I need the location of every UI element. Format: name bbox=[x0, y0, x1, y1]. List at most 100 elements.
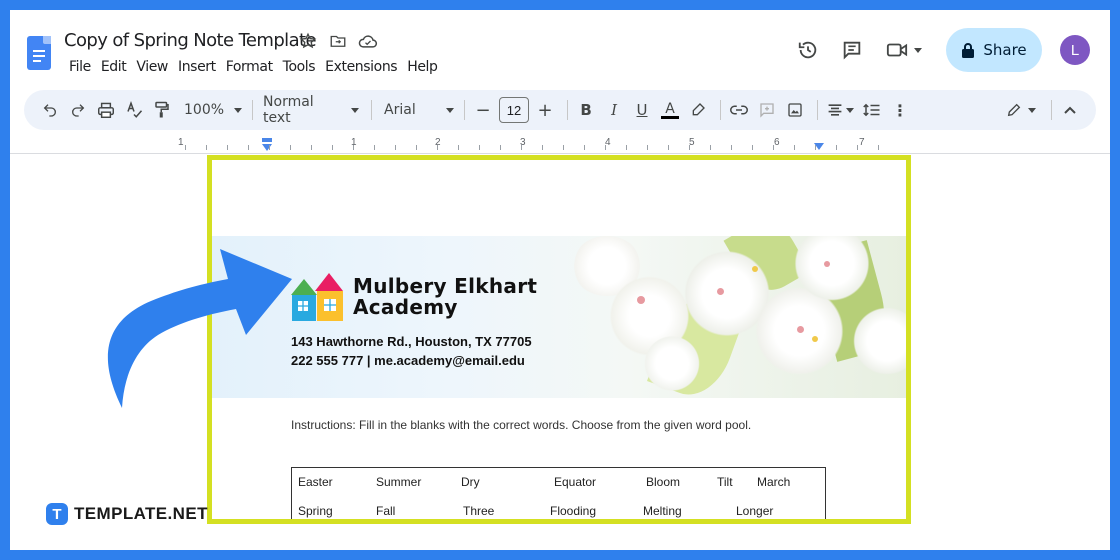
cloud-saved-icon[interactable] bbox=[358, 31, 378, 51]
word-pool-cell: Fall bbox=[376, 504, 396, 518]
chevron-down-icon bbox=[446, 107, 455, 113]
font-size-input[interactable]: 12 bbox=[499, 97, 530, 123]
spellcheck-icon[interactable] bbox=[122, 98, 146, 122]
school-address: 143 Hawthorne Rd., Houston, TX 77705 bbox=[291, 334, 532, 349]
ruler-tick bbox=[815, 145, 816, 150]
ruler-tick bbox=[542, 145, 543, 150]
toolbar: 100% Normal text Arial − 12 + B I U A ⋮ bbox=[24, 90, 1096, 130]
meet-icon[interactable] bbox=[884, 38, 924, 62]
ruler-tick bbox=[479, 145, 480, 150]
ruler-tick bbox=[395, 145, 396, 150]
word-pool-cell: Flooding bbox=[550, 504, 597, 518]
ruler-tick bbox=[206, 145, 207, 150]
ruler-tick bbox=[248, 145, 249, 150]
highlight-icon[interactable] bbox=[686, 98, 710, 122]
increase-font-size-icon[interactable]: + bbox=[533, 98, 557, 122]
school-name-line2: Academy bbox=[353, 295, 458, 319]
ruler-tick bbox=[269, 145, 270, 150]
ruler-tick bbox=[731, 145, 732, 150]
ruler-tick bbox=[521, 145, 522, 150]
ruler-tick bbox=[353, 145, 354, 150]
menu-help[interactable]: Help bbox=[402, 59, 442, 75]
word-pool-cell: March bbox=[757, 475, 791, 489]
header-banner: Mulbery Elkhart Academy 143 Hawthorne Rd… bbox=[212, 236, 906, 398]
text-color-icon[interactable]: A bbox=[658, 98, 682, 122]
ruler[interactable]: 1 1 2 3 4 5 6 7 bbox=[10, 134, 1110, 154]
bold-icon[interactable]: B bbox=[574, 98, 598, 122]
word-pool-table: Easter Summer Dry Equator Bloom Tilt Mar… bbox=[291, 467, 826, 519]
docs-logo-icon[interactable] bbox=[27, 36, 51, 70]
chevron-down-icon bbox=[234, 107, 243, 113]
comments-icon[interactable] bbox=[840, 38, 864, 62]
share-button[interactable]: Share bbox=[946, 28, 1042, 72]
ruler-tick bbox=[563, 145, 564, 150]
ruler-tick bbox=[290, 145, 291, 150]
add-comment-icon[interactable] bbox=[755, 98, 779, 122]
school-contact: 143 Hawthorne Rd., Houston, TX 77705 222… bbox=[291, 332, 532, 370]
link-icon[interactable] bbox=[727, 98, 751, 122]
ruler-tick bbox=[626, 145, 627, 150]
instructions-text: Instructions: Fill in the blanks with th… bbox=[291, 418, 752, 432]
menu-edit[interactable]: Edit bbox=[96, 59, 132, 75]
ruler-tick bbox=[437, 145, 438, 150]
menu-file[interactable]: File bbox=[64, 59, 96, 75]
version-history-icon[interactable] bbox=[796, 38, 820, 62]
ruler-tick bbox=[332, 145, 333, 150]
underline-icon[interactable]: U bbox=[630, 98, 654, 122]
menu-view[interactable]: View bbox=[131, 59, 173, 75]
more-options-icon[interactable]: ⋮ bbox=[888, 98, 912, 122]
decrease-font-size-icon[interactable]: − bbox=[471, 98, 495, 122]
editing-mode-icon[interactable] bbox=[1001, 98, 1041, 122]
word-pool-cell: Dry bbox=[461, 475, 480, 489]
word-pool-cell: Longer bbox=[736, 504, 774, 518]
word-pool-cell: Three bbox=[463, 504, 495, 518]
style-select[interactable]: Normal text bbox=[263, 94, 360, 126]
lock-icon bbox=[962, 43, 975, 58]
undo-icon[interactable] bbox=[38, 98, 62, 122]
ruler-tick bbox=[227, 145, 228, 150]
word-pool-cell: Melting bbox=[643, 504, 682, 518]
ruler-tick bbox=[836, 145, 837, 150]
ruler-tick bbox=[668, 145, 669, 150]
word-pool-cell: Spring bbox=[298, 504, 333, 518]
font-select[interactable]: Arial bbox=[384, 102, 455, 118]
insert-image-icon[interactable] bbox=[783, 98, 807, 122]
word-pool-cell: Tilt bbox=[717, 475, 733, 489]
collapse-toolbar-icon[interactable] bbox=[1058, 98, 1082, 122]
menu-insert[interactable]: Insert bbox=[173, 59, 221, 75]
ruler-number: 1 bbox=[178, 137, 184, 148]
word-pool-cell: Bloom bbox=[646, 475, 681, 489]
ruler-tick bbox=[584, 145, 585, 150]
avatar[interactable]: L bbox=[1060, 35, 1090, 65]
style-value: Normal text bbox=[263, 94, 314, 126]
left-indent-marker-icon[interactable] bbox=[261, 138, 273, 152]
menu-tools[interactable]: Tools bbox=[278, 59, 321, 75]
ruler-tick bbox=[857, 145, 858, 150]
menu-extensions[interactable]: Extensions bbox=[320, 59, 402, 75]
zoom-value: 100% bbox=[184, 102, 225, 118]
document-title[interactable]: Copy of Spring Note Template bbox=[64, 30, 317, 51]
document-page[interactable]: Mulbery Elkhart Academy 143 Hawthorne Rd… bbox=[207, 155, 911, 524]
print-icon[interactable] bbox=[94, 98, 118, 122]
paint-format-icon[interactable] bbox=[150, 98, 174, 122]
ruler-tick bbox=[689, 145, 690, 150]
ruler-tick bbox=[710, 145, 711, 150]
ruler-tick bbox=[500, 145, 501, 150]
redo-icon[interactable] bbox=[66, 98, 90, 122]
zoom-select[interactable]: 100% bbox=[184, 102, 243, 118]
word-pool-cell: Summer bbox=[376, 475, 422, 489]
school-phone-email: 222 555 777 | me.academy@email.edu bbox=[291, 353, 525, 368]
italic-icon[interactable]: I bbox=[602, 98, 626, 122]
move-folder-icon[interactable] bbox=[328, 31, 348, 51]
chevron-down-icon bbox=[351, 107, 360, 113]
ruler-number: 6 bbox=[774, 137, 780, 148]
star-icon[interactable] bbox=[298, 31, 318, 51]
align-icon[interactable] bbox=[824, 98, 856, 122]
template-net-logo: T TEMPLATE.NET bbox=[46, 503, 208, 525]
menu-format[interactable]: Format bbox=[221, 59, 278, 75]
school-name: Mulbery Elkhart Academy bbox=[353, 276, 537, 318]
ruler-tick bbox=[605, 145, 606, 150]
line-spacing-icon[interactable] bbox=[860, 98, 884, 122]
school-name-line1: Mulbery Elkhart bbox=[353, 274, 538, 298]
brand-logo-icon: T bbox=[46, 503, 68, 525]
